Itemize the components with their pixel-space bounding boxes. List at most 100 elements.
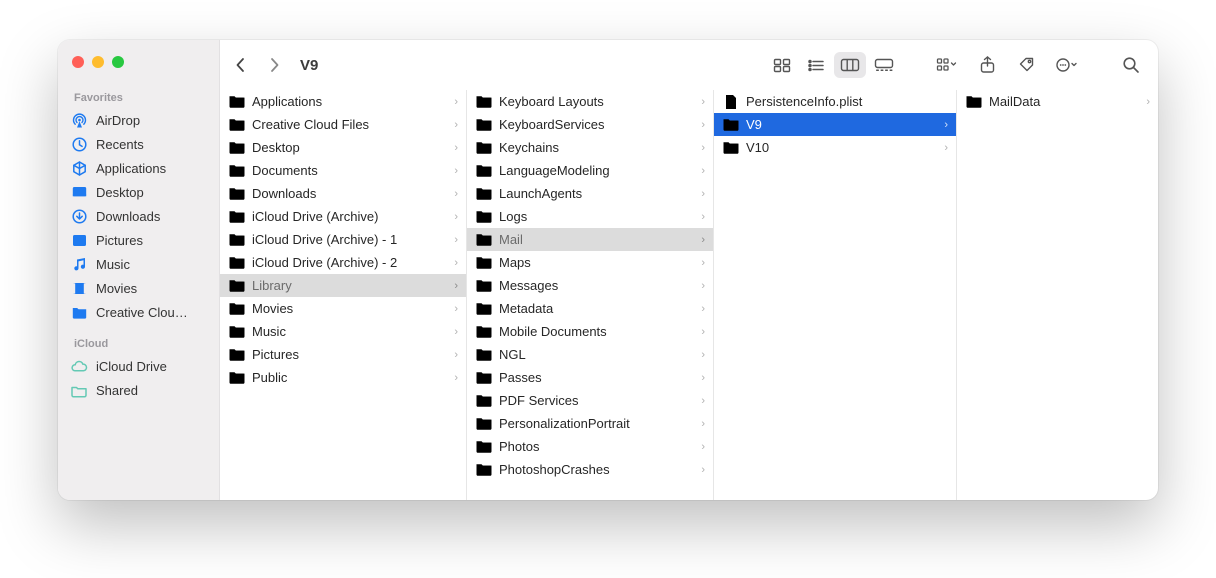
sidebar-item[interactable]: Applications xyxy=(58,156,219,180)
folder-item[interactable]: LaunchAgents› xyxy=(467,182,713,205)
sidebar-item[interactable]: Downloads xyxy=(58,204,219,228)
tags-button[interactable] xyxy=(1010,52,1044,78)
folder-item[interactable]: Passes› xyxy=(467,366,713,389)
file-item[interactable]: PersistenceInfo.plist xyxy=(714,90,956,113)
sidebar-heading: iCloud xyxy=(58,332,219,354)
more-button[interactable] xyxy=(1050,52,1084,78)
folder-item[interactable]: PersonalizationPortrait› xyxy=(467,412,713,435)
forward-button[interactable] xyxy=(260,51,288,79)
folder-item[interactable]: iCloud Drive (Archive) - 2› xyxy=(220,251,466,274)
view-gallery-button[interactable] xyxy=(868,52,900,78)
folder-item[interactable]: MailData› xyxy=(957,90,1158,113)
folder-item[interactable]: iCloud Drive (Archive) - 1› xyxy=(220,228,466,251)
sidebar-item-label: AirDrop xyxy=(96,113,140,128)
folder-item[interactable]: V10› xyxy=(714,136,956,159)
folder-item[interactable]: Maps› xyxy=(467,251,713,274)
sidebar-item-label: Pictures xyxy=(96,233,143,248)
sidebar-item[interactable]: Shared xyxy=(58,378,219,402)
sidebar-item[interactable]: AirDrop xyxy=(58,108,219,132)
folder-item[interactable]: iCloud Drive (Archive)› xyxy=(220,205,466,228)
sidebar-item[interactable]: Music xyxy=(58,252,219,276)
folder-item[interactable]: V9› xyxy=(714,113,956,136)
folder-icon xyxy=(228,300,246,318)
folder-icon xyxy=(475,438,493,456)
item-label: Logs xyxy=(499,209,695,224)
close-button[interactable] xyxy=(72,56,84,68)
view-switch-group xyxy=(766,52,900,78)
chevron-right-icon: › xyxy=(701,464,707,476)
group-by-button[interactable] xyxy=(930,52,964,78)
document-icon xyxy=(722,93,740,111)
folder-item[interactable]: LanguageModeling› xyxy=(467,159,713,182)
folder-icon xyxy=(475,392,493,410)
column-2[interactable]: Keyboard Layouts›KeyboardServices›Keycha… xyxy=(467,90,714,500)
chevron-right-icon: › xyxy=(701,211,707,223)
folder-item[interactable]: Desktop› xyxy=(220,136,466,159)
folder-icon xyxy=(475,300,493,318)
airdrop-icon xyxy=(70,111,88,129)
folder-item[interactable]: Applications› xyxy=(220,90,466,113)
folder-icon xyxy=(475,139,493,157)
view-columns-button[interactable] xyxy=(834,52,866,78)
sidebar-item-label: Desktop xyxy=(96,185,144,200)
folder-item[interactable]: NGL› xyxy=(467,343,713,366)
folder-item[interactable]: Metadata› xyxy=(467,297,713,320)
chevron-right-icon: › xyxy=(701,441,707,453)
folder-item[interactable]: Creative Cloud Files› xyxy=(220,113,466,136)
sidebar-item[interactable]: Pictures xyxy=(58,228,219,252)
chevron-right-icon: › xyxy=(701,326,707,338)
sidebar-item[interactable]: Desktop xyxy=(58,180,219,204)
folder-item[interactable]: Downloads› xyxy=(220,182,466,205)
folder-icon xyxy=(475,208,493,226)
chevron-right-icon: › xyxy=(454,280,460,292)
folder-item[interactable]: PhotoshopCrashes› xyxy=(467,458,713,481)
sidebar-item[interactable]: Movies xyxy=(58,276,219,300)
item-label: iCloud Drive (Archive) - 1 xyxy=(252,232,448,247)
sidebar-item[interactable]: Creative Clou… xyxy=(58,300,219,324)
sidebar-item-label: Movies xyxy=(96,281,137,296)
item-label: Public xyxy=(252,370,448,385)
zoom-button[interactable] xyxy=(112,56,124,68)
view-icons-button[interactable] xyxy=(766,52,798,78)
folder-item[interactable]: Music› xyxy=(220,320,466,343)
main-pane: V9 xyxy=(220,40,1158,500)
folder-item[interactable]: Documents› xyxy=(220,159,466,182)
share-button[interactable] xyxy=(970,52,1004,78)
folder-item[interactable]: Movies› xyxy=(220,297,466,320)
item-label: KeyboardServices xyxy=(499,117,695,132)
folder-icon xyxy=(228,116,246,134)
folder-item[interactable]: Photos › xyxy=(467,435,713,458)
folder-item[interactable]: Mail› xyxy=(467,228,713,251)
folder-item[interactable]: Mobile Documents› xyxy=(467,320,713,343)
view-list-button[interactable] xyxy=(800,52,832,78)
folder-item[interactable]: KeyboardServices› xyxy=(467,113,713,136)
folder-icon xyxy=(228,139,246,157)
back-button[interactable] xyxy=(226,51,254,79)
sidebar-item[interactable]: Recents xyxy=(58,132,219,156)
item-label: V9 xyxy=(746,117,938,132)
folder-item[interactable]: Public› xyxy=(220,366,466,389)
item-label: V10 xyxy=(746,140,938,155)
folder-item[interactable]: Keychains› xyxy=(467,136,713,159)
chevron-right-icon: › xyxy=(701,188,707,200)
item-label: Keyboard Layouts xyxy=(499,94,695,109)
folder-icon xyxy=(475,415,493,433)
search-button[interactable] xyxy=(1114,52,1148,78)
folder-item[interactable]: Messages› xyxy=(467,274,713,297)
item-label: NGL xyxy=(499,347,695,362)
folder-item[interactable]: Pictures› xyxy=(220,343,466,366)
sidebar-item[interactable]: iCloud Drive xyxy=(58,354,219,378)
folder-item[interactable]: Library› xyxy=(220,274,466,297)
folder-item[interactable]: Logs › xyxy=(467,205,713,228)
folder-item[interactable]: PDF Services› xyxy=(467,389,713,412)
folder-icon xyxy=(228,162,246,180)
column-4[interactable]: MailData› xyxy=(957,90,1158,500)
item-label: Photos xyxy=(499,439,695,454)
chevron-right-icon: › xyxy=(454,349,460,361)
folder-item[interactable]: Keyboard Layouts› xyxy=(467,90,713,113)
item-label: Music xyxy=(252,324,448,339)
minimize-button[interactable] xyxy=(92,56,104,68)
column-3[interactable]: PersistenceInfo.plistV9›V10› xyxy=(714,90,957,500)
folder-icon xyxy=(228,208,246,226)
column-1[interactable]: Applications›Creative Cloud Files›Deskto… xyxy=(220,90,467,500)
